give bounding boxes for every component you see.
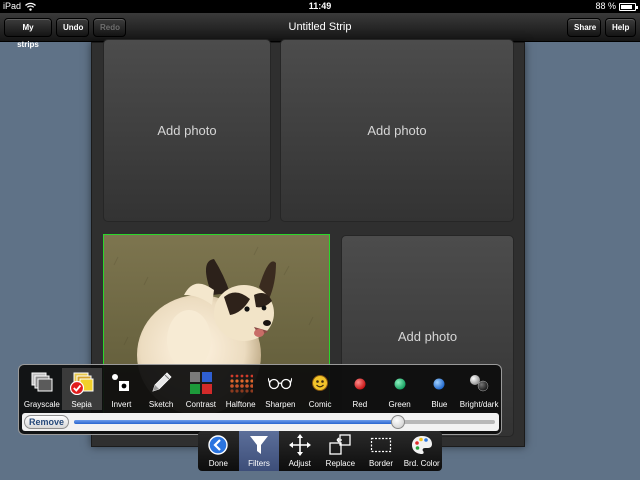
add-photo-label: Add photo: [397, 328, 458, 344]
dashed-border-icon: [370, 437, 392, 453]
add-photo-label: Add photo: [157, 123, 217, 138]
slider-thumb[interactable]: [391, 415, 406, 429]
filter-toolbar: Grayscale Sepia Invert Sketch Contrast H…: [18, 364, 502, 435]
tab-label: Brd. Color: [403, 459, 440, 468]
pencil-icon: [152, 372, 172, 392]
panel-top-left[interactable]: Add photo: [103, 39, 271, 222]
filter-bright-dark[interactable]: Bright/dark: [459, 368, 499, 410]
panel-top-right[interactable]: Add photo: [280, 39, 514, 222]
grayscale-icon: [31, 372, 53, 392]
clock: 11:49: [308, 1, 332, 11]
battery-icon: [619, 3, 638, 11]
nav-bar: My strips Undo Redo Untitled Strip Share…: [0, 13, 640, 49]
funnel-icon: [250, 436, 268, 454]
replace-icon: [329, 434, 351, 455]
bright-dark-icon: [470, 375, 489, 392]
battery-percent: 88 %: [595, 1, 616, 11]
sepia-icon: [69, 372, 94, 395]
invert-icon: [112, 374, 130, 391]
tab-done[interactable]: Done: [198, 431, 239, 471]
share-button[interactable]: Share: [567, 18, 601, 37]
tab-replace[interactable]: Replace: [320, 431, 361, 471]
move-arrows-icon: [288, 434, 311, 456]
add-photo-label: Add photo: [367, 123, 427, 138]
filter-label: Bright/dark: [459, 400, 499, 409]
tab-filters[interactable]: Filters: [238, 431, 280, 471]
contrast-icon: [189, 372, 212, 394]
tab-adjust[interactable]: Adjust: [279, 431, 320, 471]
page-title: Untitled Strip: [288, 21, 352, 33]
tool-tab-bar: Done Filters Adjust Replace Border Brd. …: [198, 431, 442, 471]
remove-filter-button[interactable]: Remove: [24, 415, 69, 429]
help-button[interactable]: Help: [605, 18, 636, 37]
filter-strength-slider[interactable]: [74, 415, 495, 429]
comic-face-icon: [312, 375, 329, 391]
halftone-icon: [229, 374, 253, 393]
blue-dot-icon: [433, 378, 445, 390]
red-dot-icon: [354, 378, 366, 390]
back-arrow-icon: [208, 435, 229, 455]
filter-slider-row: Remove: [22, 413, 499, 431]
glasses-icon: [268, 377, 293, 390]
palette-icon: [411, 436, 432, 454]
status-bar: iPad 11:49 88 %: [0, 0, 640, 13]
tab-border-color[interactable]: Brd. Color: [401, 431, 442, 471]
slider-fill: [74, 420, 399, 424]
tab-border[interactable]: Border: [361, 431, 402, 471]
green-dot-icon: [394, 378, 406, 390]
